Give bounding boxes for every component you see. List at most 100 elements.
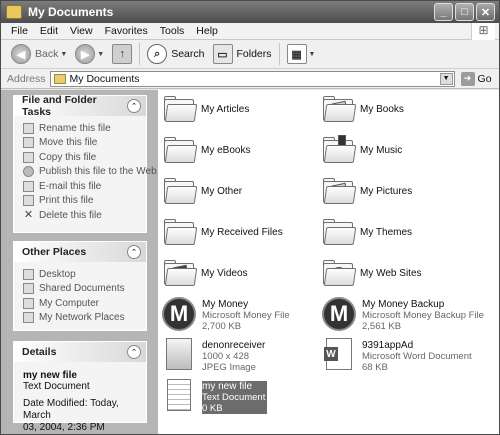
up-folder-icon: ↑ xyxy=(112,44,133,64)
place-label: My Computer xyxy=(39,297,100,309)
panel-header[interactable]: File and Folder Tasks ⌃ xyxy=(14,94,146,118)
file-dimensions: 1000 x 428 xyxy=(202,350,250,362)
menu-file[interactable]: File xyxy=(5,25,34,37)
place-label: My Network Places xyxy=(39,312,125,324)
folder-label: My Pictures xyxy=(360,185,413,197)
file-type: Microsoft Money Backup File xyxy=(362,309,484,321)
task-label: Publish this file to the Web xyxy=(39,166,157,178)
forward-arrow-icon: ▶ xyxy=(75,44,96,64)
place-shared-documents[interactable]: Shared Documents xyxy=(23,282,140,297)
task-pane: File and Folder Tasks ⌃ Rename this file… xyxy=(1,90,158,434)
maximize-button[interactable]: □ xyxy=(455,3,474,21)
chevron-down-icon: ▼ xyxy=(97,50,105,58)
file-folder-tasks-panel: File and Folder Tasks ⌃ Rename this file… xyxy=(13,94,157,233)
videos-folder-icon xyxy=(163,258,198,288)
folder-my-books[interactable]: My Books xyxy=(322,94,404,124)
task-rename[interactable]: Rename this file xyxy=(23,121,140,136)
place-network[interactable]: My Network Places xyxy=(23,311,140,326)
collapse-icon[interactable]: ⌃ xyxy=(127,245,141,259)
task-publish[interactable]: Publish this file to the Web xyxy=(23,165,157,180)
file-my-money[interactable]: M My Money Microsoft Money File 2,700 KB xyxy=(162,297,290,333)
task-label: Move this file xyxy=(39,137,98,149)
money-backup-file-icon: M xyxy=(322,297,358,333)
address-input[interactable]: My Documents ▼ xyxy=(49,70,455,87)
explorer-window: My Documents _ □ ✕ File Edit View Favori… xyxy=(0,0,500,435)
search-button[interactable]: ⌕ Search xyxy=(143,42,208,66)
chevron-down-icon: ▼ xyxy=(308,50,316,58)
copy-icon xyxy=(23,151,34,163)
file-size: 2,700 KB xyxy=(202,320,242,332)
task-copy[interactable]: Copy this file xyxy=(23,150,140,165)
folders-button[interactable]: ▭ Folders xyxy=(209,42,276,66)
folder-my-music[interactable]: My Music xyxy=(322,135,402,165)
folder-icon xyxy=(163,94,198,124)
task-print[interactable]: Print this file xyxy=(23,194,140,209)
menu-view[interactable]: View xyxy=(64,25,99,37)
folder-icon xyxy=(23,283,34,295)
address-label: Address xyxy=(7,72,46,85)
close-button[interactable]: ✕ xyxy=(476,3,495,21)
toolbar-separator xyxy=(139,43,141,65)
file-my-money-backup[interactable]: M My Money Backup Microsoft Money Backup… xyxy=(322,297,484,333)
place-label: Desktop xyxy=(39,268,76,280)
file-size: 0 KB xyxy=(202,402,223,414)
folder-my-other[interactable]: My Other xyxy=(163,176,242,206)
folder-my-pictures[interactable]: My Pictures xyxy=(322,176,412,206)
windows-logo-icon: ⊞ xyxy=(471,23,495,40)
file-9391appad[interactable]: W 9391appAd Microsoft Word Document 68 K… xyxy=(322,338,472,374)
collapse-icon[interactable]: ⌃ xyxy=(127,345,141,359)
task-delete[interactable]: ✕ Delete this file xyxy=(23,208,140,223)
folder-my-themes[interactable]: My Themes xyxy=(322,217,412,247)
file-name: 9391appAd xyxy=(362,339,414,351)
panel-header[interactable]: Details ⌃ xyxy=(14,342,146,362)
up-folder-button[interactable]: ↑ xyxy=(108,42,136,66)
folder-icon xyxy=(163,217,198,247)
desktop-icon xyxy=(23,268,34,280)
folder-label: My Other xyxy=(201,185,243,197)
text-document-icon xyxy=(162,379,198,415)
collapse-icon[interactable]: ⌃ xyxy=(127,99,141,113)
minimize-button[interactable]: _ xyxy=(434,3,453,21)
task-email[interactable]: E-mail this file xyxy=(23,179,140,194)
go-button[interactable]: ➜ Go xyxy=(460,71,492,86)
chevron-down-icon: ▼ xyxy=(60,50,68,58)
details-file-type: Text Document xyxy=(23,381,90,392)
address-value: My Documents xyxy=(69,72,140,85)
folder-my-articles[interactable]: My Articles xyxy=(163,94,249,124)
task-move[interactable]: Move this file xyxy=(23,136,140,151)
computer-icon xyxy=(23,297,34,309)
menu-edit[interactable]: Edit xyxy=(34,25,64,37)
folder-label: My Themes xyxy=(360,226,413,238)
file-denonreceiver[interactable]: denonreceiver 1000 x 428 JPEG Image xyxy=(162,338,265,374)
place-my-computer[interactable]: My Computer xyxy=(23,296,140,311)
forward-button[interactable]: ▶ ▼ xyxy=(71,42,108,66)
folder-label: My Web Sites xyxy=(360,267,422,279)
place-desktop[interactable]: Desktop xyxy=(23,267,140,282)
panel-header[interactable]: Other Places ⌃ xyxy=(14,242,146,262)
folder-my-received-files[interactable]: My Received Files xyxy=(163,217,283,247)
folder-my-web-sites[interactable]: My Web Sites xyxy=(322,258,422,288)
folder-my-videos[interactable]: My Videos xyxy=(163,258,248,288)
websites-folder-icon xyxy=(322,258,357,288)
menu-help[interactable]: Help xyxy=(190,25,224,37)
views-button[interactable]: ▦ ▼ xyxy=(283,42,320,66)
menu-tools[interactable]: Tools xyxy=(154,25,191,37)
email-icon xyxy=(23,180,34,192)
folder-label: My Music xyxy=(360,144,403,156)
jpeg-image-icon xyxy=(162,338,198,374)
details-modified-2: 03, 2004, 2:36 PM xyxy=(23,422,105,433)
file-my-new-file[interactable]: my new file Text Document 0 KB xyxy=(162,379,268,415)
title-bar[interactable]: My Documents _ □ ✕ xyxy=(1,1,499,23)
chevron-down-icon[interactable]: ▼ xyxy=(439,72,453,85)
window-title: My Documents xyxy=(28,5,114,19)
menu-favorites[interactable]: Favorites xyxy=(99,25,154,37)
folder-icon xyxy=(163,135,198,165)
back-button[interactable]: ◀ Back ▼ xyxy=(7,42,71,66)
folders-label: Folders xyxy=(236,48,272,60)
rename-icon xyxy=(23,122,34,134)
folder-label: My Videos xyxy=(201,267,248,279)
delete-icon: ✕ xyxy=(23,208,34,221)
file-type: Microsoft Word Document xyxy=(362,350,472,362)
folder-my-ebooks[interactable]: My eBooks xyxy=(163,135,250,165)
details-modified-1: Date Modified: Today, March xyxy=(23,398,119,421)
